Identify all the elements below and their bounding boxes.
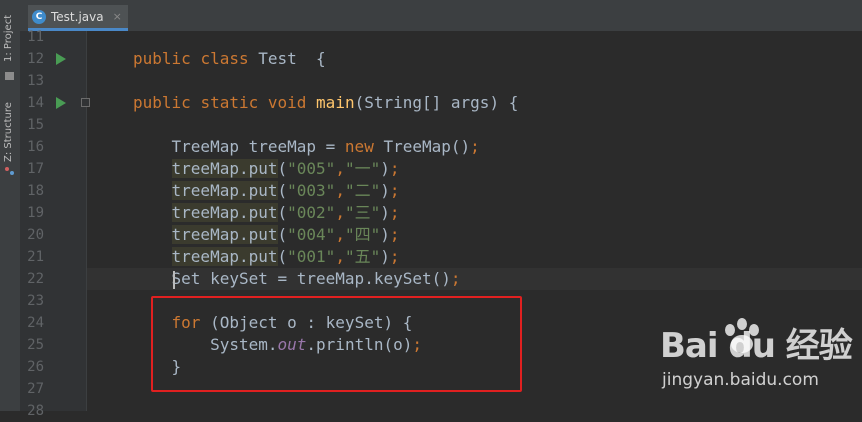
line-number: 16	[27, 139, 44, 155]
run-class-icon[interactable]	[56, 53, 66, 65]
code-text: public static void main(String[] args) {	[133, 93, 519, 112]
code-text: treeMap.put("005","一");	[171, 159, 400, 178]
line-number: 23	[27, 293, 44, 309]
code-line: 28	[0, 400, 862, 422]
code-line: 14 public static void main(String[] args)…	[0, 92, 862, 114]
code-line: 15	[0, 114, 862, 136]
code-line: 20 treeMap.put("004","四");	[0, 224, 862, 246]
line-number: 11	[27, 29, 44, 45]
close-icon[interactable]: ×	[113, 10, 122, 23]
line-number: 18	[27, 183, 44, 199]
line-number: 27	[27, 381, 44, 397]
code-line: 22 Set keySet = treeMap.keySet();	[0, 268, 862, 290]
code-text: treeMap.put("004","四");	[171, 225, 400, 244]
line-number: 15	[27, 117, 44, 133]
code-text: treeMap.put("003","二");	[171, 181, 400, 200]
code-line: 11	[0, 26, 862, 48]
annotation-box	[151, 296, 522, 392]
watermark-brand: Bai du 经验	[660, 326, 853, 366]
code-line: 18 treeMap.put("003","二");	[0, 180, 862, 202]
code-line: 16 TreeMap treeMap = new TreeMap();	[0, 136, 862, 158]
tab-label: Test.java	[51, 9, 104, 24]
line-number: 28	[27, 403, 44, 419]
watermark-url: jingyan.baidu.com	[662, 370, 819, 390]
code-line: 12 public class Test {	[0, 48, 862, 70]
line-number: 20	[27, 227, 44, 243]
code-text: treeMap.put("001","五");	[171, 247, 400, 266]
code-text: treeMap.put("002","三");	[171, 203, 400, 222]
line-number: 26	[27, 359, 44, 375]
code-text: Set keySet = treeMap.keySet();	[133, 269, 461, 288]
code-line: 19 treeMap.put("002","三");	[0, 202, 862, 224]
line-number: 22	[27, 271, 44, 287]
line-number: 21	[27, 249, 44, 265]
fold-marker-icon[interactable]	[81, 98, 90, 107]
java-class-icon: C	[32, 9, 46, 24]
run-main-icon[interactable]	[56, 97, 66, 109]
line-number: 25	[27, 337, 44, 353]
line-number: 19	[27, 205, 44, 221]
line-number: 17	[27, 161, 44, 177]
code-line: 17 treeMap.put("005","一");	[0, 158, 862, 180]
line-number: 13	[27, 73, 44, 89]
text-caret	[173, 271, 175, 289]
line-number: 12	[27, 51, 44, 67]
code-line: 13	[0, 70, 862, 92]
code-line: 21 treeMap.put("001","五");	[0, 246, 862, 268]
code-text: public class Test {	[133, 49, 326, 68]
line-number: 24	[27, 315, 44, 331]
line-number: 14	[27, 95, 44, 111]
code-text: TreeMap treeMap = new TreeMap();	[133, 137, 480, 156]
baidu-watermark: Bai du 经验 jingyan.baidu.com	[660, 318, 855, 398]
